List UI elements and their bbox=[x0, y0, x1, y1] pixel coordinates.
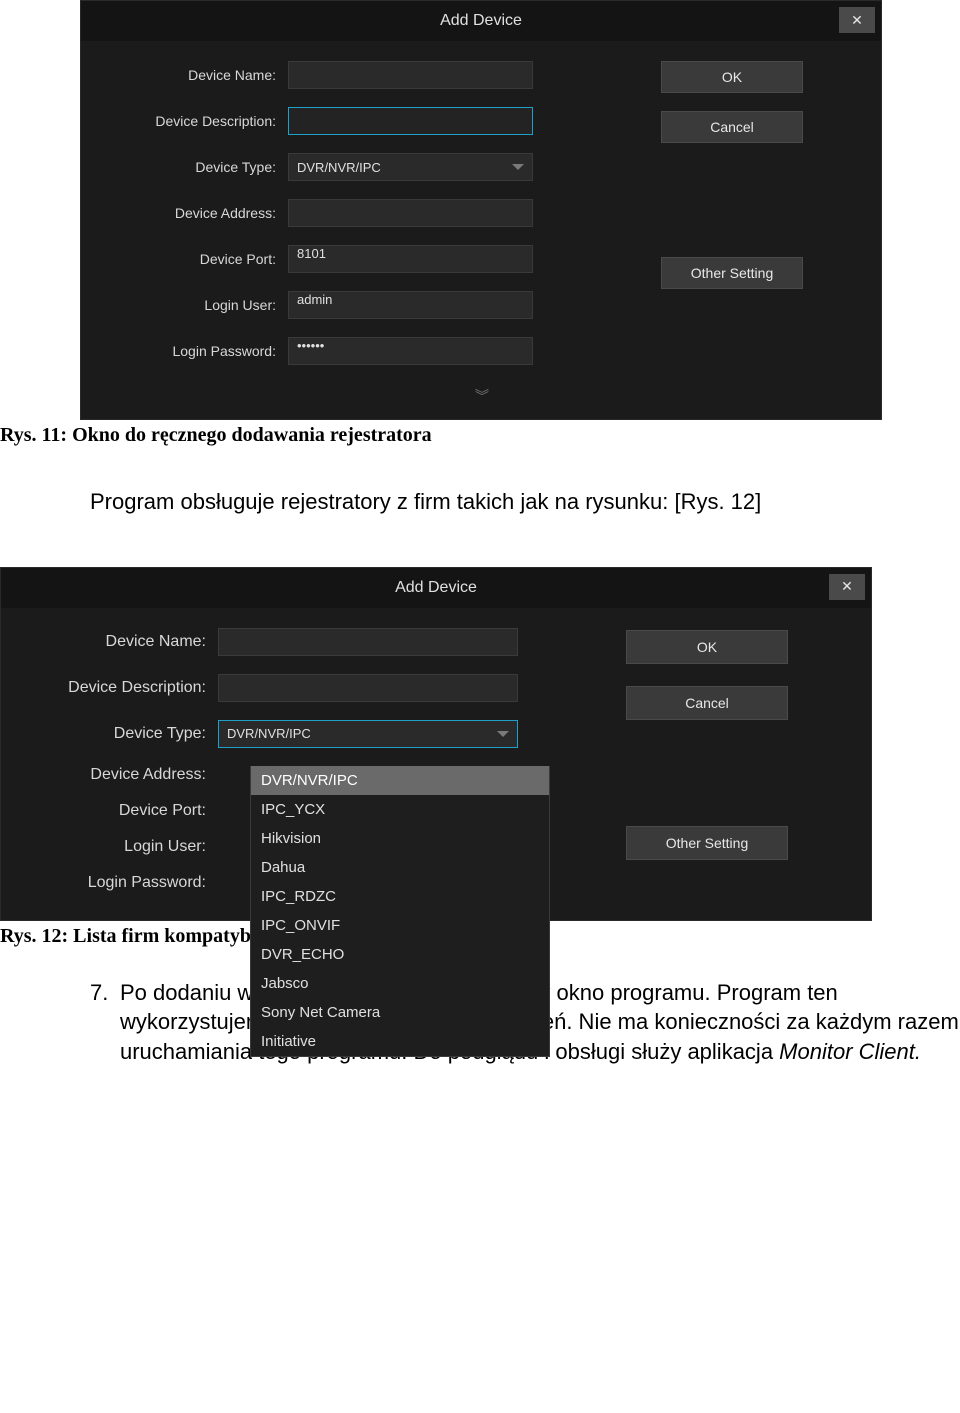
other-setting-button[interactable]: Other Setting bbox=[661, 257, 803, 289]
dropdown-item[interactable]: Jabsco bbox=[251, 969, 549, 998]
dropdown-item[interactable]: Hikvision bbox=[251, 824, 549, 853]
ok-button[interactable]: OK bbox=[626, 630, 788, 664]
figure-caption-11: Rys. 11: Okno do ręcznego dodawania reje… bbox=[0, 424, 960, 447]
device-name-input[interactable] bbox=[288, 61, 533, 89]
side-buttons: OK Cancel Other Setting bbox=[626, 630, 788, 860]
cancel-button[interactable]: Cancel bbox=[661, 111, 803, 143]
login-password-input[interactable]: •••••• bbox=[288, 337, 533, 365]
titlebar: Add Device ✕ bbox=[1, 568, 871, 608]
device-description-input[interactable] bbox=[288, 107, 533, 135]
label-device-address: Device Address: bbox=[21, 766, 218, 784]
device-type-select[interactable]: DVR/NVR/IPC bbox=[288, 153, 533, 181]
label-login-password: Login Password: bbox=[101, 343, 288, 359]
label-login-user: Login User: bbox=[21, 838, 218, 856]
label-device-description: Device Description: bbox=[101, 113, 288, 129]
device-description-input[interactable] bbox=[218, 674, 518, 702]
chevron-down-icon bbox=[497, 731, 509, 737]
other-setting-button[interactable]: Other Setting bbox=[626, 826, 788, 860]
device-address-input[interactable] bbox=[288, 199, 533, 227]
close-button[interactable]: ✕ bbox=[839, 7, 875, 33]
close-icon: ✕ bbox=[841, 578, 853, 595]
dialog-body: Device Name: Device Description: Device … bbox=[81, 41, 881, 419]
side-buttons: OK Cancel Other Setting bbox=[661, 61, 803, 289]
device-name-input[interactable] bbox=[218, 628, 518, 656]
device-type-value: DVR/NVR/IPC bbox=[227, 726, 311, 741]
device-port-input[interactable]: 8101 bbox=[288, 245, 533, 273]
dropdown-item[interactable]: Sony Net Camera bbox=[251, 998, 549, 1027]
titlebar: Add Device ✕ bbox=[81, 1, 881, 41]
dialog-title: Add Device bbox=[395, 579, 477, 597]
label-device-name: Device Name: bbox=[21, 633, 218, 651]
device-type-select[interactable]: DVR/NVR/IPC bbox=[218, 720, 518, 748]
label-device-address: Device Address: bbox=[101, 205, 288, 221]
expand-toggle[interactable]: ︾ bbox=[101, 383, 861, 409]
label-device-port: Device Port: bbox=[21, 802, 218, 820]
login-user-input[interactable]: admin bbox=[288, 291, 533, 319]
body-paragraph: Program obsługuje rejestratory z firm ta… bbox=[90, 487, 930, 517]
ok-button[interactable]: OK bbox=[661, 61, 803, 93]
dropdown-item[interactable]: Initiative bbox=[251, 1027, 549, 1056]
label-device-description: Device Description: bbox=[21, 679, 218, 697]
close-icon: ✕ bbox=[851, 12, 863, 29]
dropdown-item[interactable]: IPC_RDZC bbox=[251, 882, 549, 911]
label-device-type: Device Type: bbox=[21, 725, 218, 743]
label-device-type: Device Type: bbox=[101, 159, 288, 175]
dropdown-item[interactable]: IPC_ONVIF bbox=[251, 911, 549, 940]
chevron-down-icon bbox=[512, 164, 524, 170]
list-number: 7. bbox=[90, 978, 120, 1067]
label-device-name: Device Name: bbox=[101, 67, 288, 83]
label-device-port: Device Port: bbox=[101, 251, 288, 267]
add-device-dialog-1: Add Device ✕ Device Name: Device Descrip… bbox=[80, 0, 882, 420]
dropdown-item[interactable]: IPC_YCX bbox=[251, 795, 549, 824]
para7-italic: Monitor Client. bbox=[779, 1039, 921, 1064]
cancel-button[interactable]: Cancel bbox=[626, 686, 788, 720]
expand-chevron-icon: ︾ bbox=[475, 386, 487, 406]
device-type-dropdown: DVR/NVR/IPCIPC_YCXHikvisionDahuaIPC_RDZC… bbox=[250, 766, 550, 1057]
close-button[interactable]: ✕ bbox=[829, 574, 865, 600]
dropdown-item[interactable]: DVR_ECHO bbox=[251, 940, 549, 969]
dropdown-item[interactable]: Dahua bbox=[251, 853, 549, 882]
label-login-user: Login User: bbox=[101, 297, 288, 313]
label-login-password: Login Password: bbox=[21, 874, 218, 892]
dialog-title: Add Device bbox=[440, 12, 522, 30]
dropdown-item[interactable]: DVR/NVR/IPC bbox=[251, 766, 549, 795]
device-type-value: DVR/NVR/IPC bbox=[297, 160, 381, 175]
